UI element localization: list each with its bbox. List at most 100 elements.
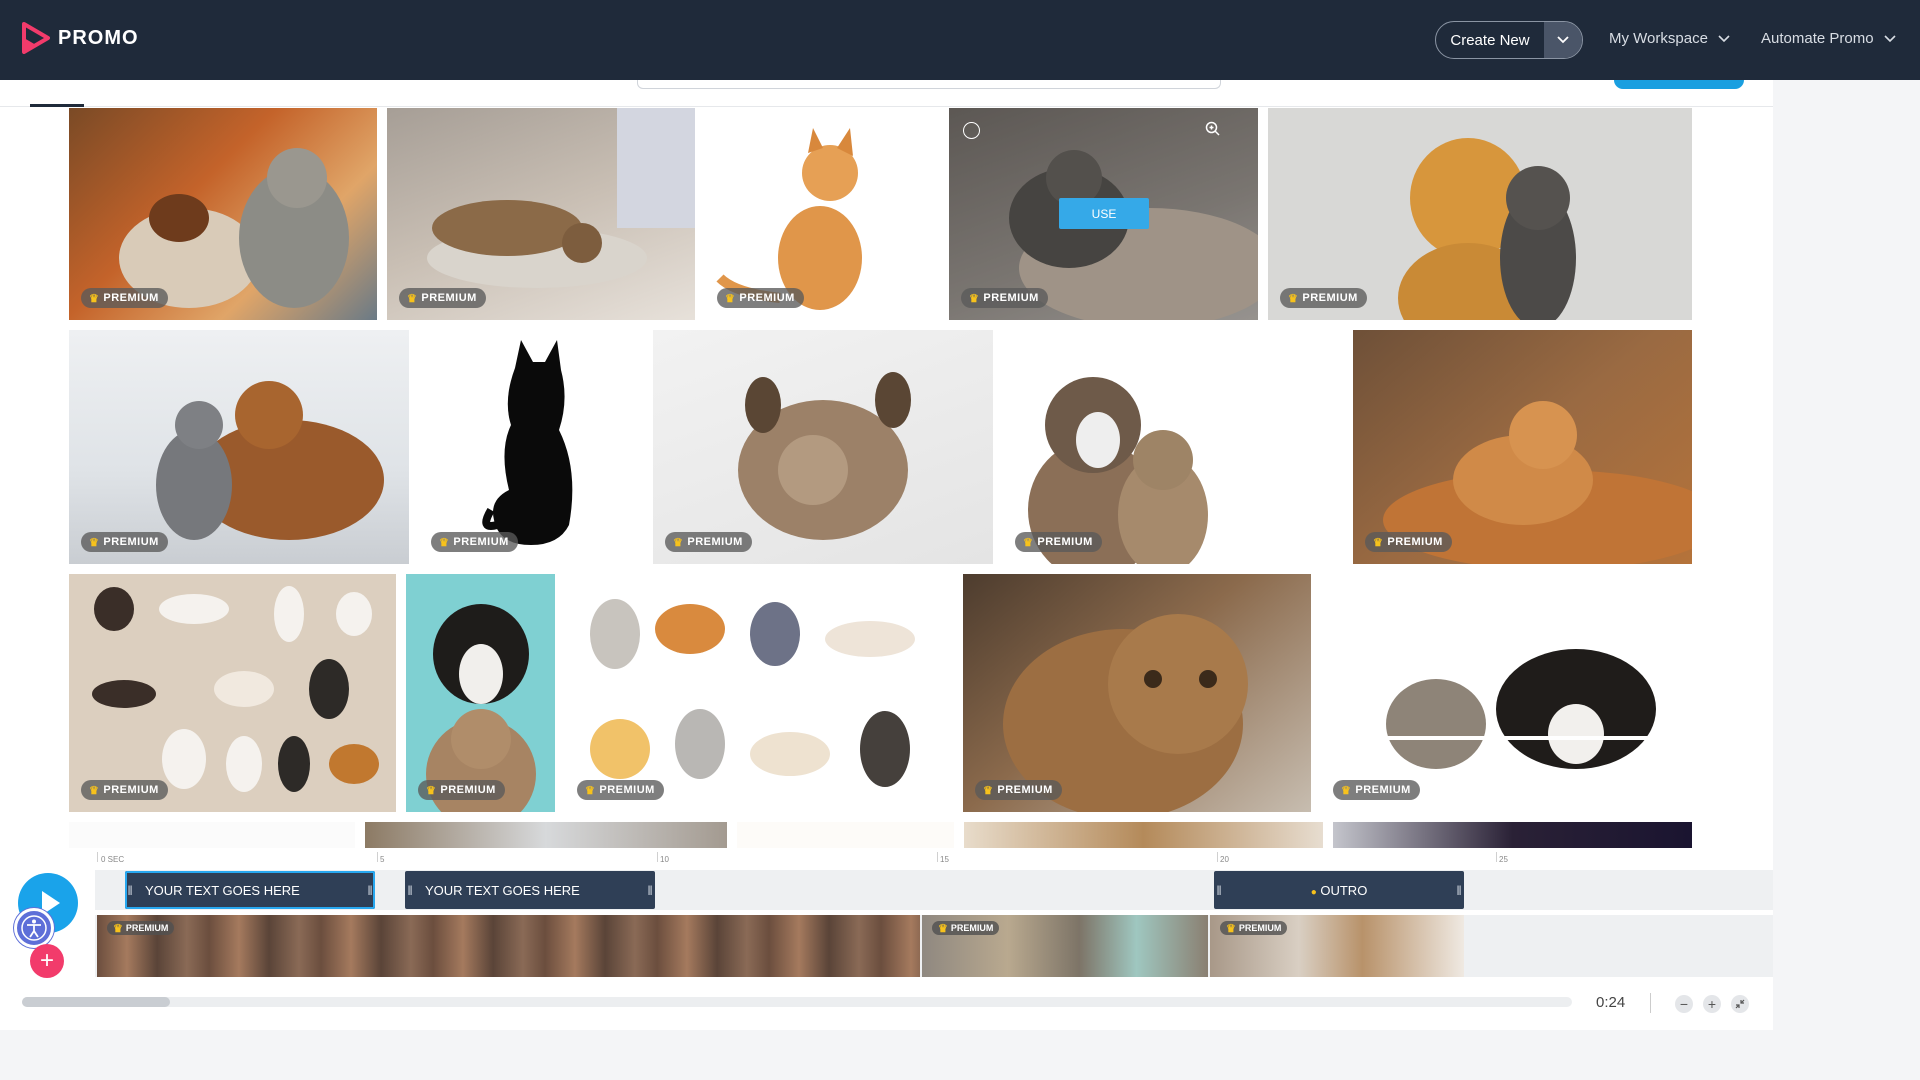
media-tile[interactable] — [737, 822, 954, 848]
media-tile[interactable]: ♛ PREMIUM — [565, 574, 952, 812]
video-clip[interactable]: ♛ PREMIUM — [1210, 915, 1464, 977]
text-clip-label: YOUR TEXT GOES HERE — [425, 882, 580, 898]
dot-icon: ● — [1310, 886, 1317, 898]
media-tile[interactable] — [69, 822, 355, 848]
media-tile[interactable]: ♛ PREMIUM — [653, 330, 993, 564]
zoom-out-button[interactable]: − — [1675, 995, 1693, 1013]
media-tile[interactable] — [1333, 822, 1692, 848]
cat-illustrations-image — [92, 586, 379, 792]
outro-label: OUTRO — [1320, 882, 1368, 898]
ruler-tick — [1496, 852, 1497, 862]
automate-promo-label: Automate Promo — [1761, 30, 1874, 47]
video-clip[interactable]: ♛ PREMIUM — [97, 915, 920, 977]
media-tile[interactable] — [365, 822, 727, 848]
clip-handle-left[interactable]: ‖ — [405, 883, 415, 898]
premium-label: PREMIUM — [453, 536, 509, 548]
automate-promo-menu[interactable]: Automate Promo — [1761, 30, 1896, 47]
timeline-scroll-thumb[interactable] — [22, 997, 170, 1007]
ruler-tick — [657, 852, 658, 862]
ruler-label: 25 — [1499, 855, 1508, 864]
aussie-dog-tabby-image — [1028, 377, 1208, 564]
my-workspace-label: My Workspace — [1609, 30, 1708, 47]
premium-label: PREMIUM — [440, 784, 496, 796]
text-clip[interactable]: ‖ YOUR TEXT GOES HERE ‖ — [405, 871, 655, 909]
media-tile[interactable]: ♛ PREMIUM — [69, 330, 409, 564]
clip-handle-right[interactable]: ‖ — [1454, 883, 1464, 898]
fit-timeline-button[interactable] — [1731, 995, 1749, 1013]
media-tile[interactable]: ♛ PREMIUM — [69, 574, 396, 812]
premium-label: PREMIUM — [687, 536, 743, 548]
premium-label: PREMIUM — [125, 923, 169, 933]
premium-badge: ♛ PREMIUM — [431, 532, 518, 552]
premium-badge: ♛ PREMIUM — [1220, 921, 1288, 935]
text-clip-selected[interactable]: ‖ YOUR TEXT GOES HERE ‖ — [125, 871, 375, 909]
ruler-label: 10 — [660, 855, 669, 864]
zoom-in-button[interactable]: + — [1703, 995, 1721, 1013]
kitten-sleeping-image — [738, 372, 911, 540]
premium-badge: ♛ PREMIUM — [81, 288, 168, 308]
media-tile[interactable]: ♛ PREMIUM — [1268, 108, 1692, 320]
crown-icon: ♛ — [969, 292, 980, 305]
media-tile[interactable]: ♛ PREMIUM — [1321, 574, 1692, 812]
video-clip[interactable]: ♛ PREMIUM — [922, 915, 1208, 977]
media-tile[interactable]: ♛ PREMIUM — [419, 330, 643, 564]
clip-handle-left[interactable]: ‖ — [1214, 883, 1224, 898]
premium-badge: ♛ PREMIUM — [717, 288, 804, 308]
ruler-tick — [937, 852, 938, 862]
media-tile[interactable]: ♛ PREMIUM — [1003, 330, 1343, 564]
clip-handle-right[interactable]: ‖ — [645, 883, 655, 898]
media-tile[interactable]: ♛ PREMIUM — [705, 108, 939, 320]
crown-icon: ♛ — [426, 784, 437, 797]
text-clip-label: YOUR TEXT GOES HERE — [145, 882, 300, 898]
media-tile-hovered[interactable]: USE ♛ PREMIUM — [949, 108, 1258, 320]
crown-icon: ♛ — [89, 536, 100, 549]
top-bar: PROMO Create New My Workspace Automate P… — [0, 0, 1920, 80]
outro-clip[interactable]: ‖ ● OUTRO ‖ — [1214, 871, 1464, 909]
premium-label: PREMIUM — [1037, 536, 1093, 548]
premium-label: PREMIUM — [1238, 923, 1282, 933]
premium-badge: ♛ PREMIUM — [399, 288, 486, 308]
crown-icon: ♛ — [1341, 784, 1352, 797]
media-tile[interactable]: ♛ PREMIUM — [406, 574, 555, 812]
collapse-icon — [1735, 999, 1745, 1009]
create-new-button[interactable]: Create New — [1436, 22, 1544, 58]
zoom-in-icon[interactable] — [1204, 120, 1222, 138]
add-button[interactable]: + — [30, 944, 64, 978]
premium-badge: ♛ PREMIUM — [81, 780, 168, 800]
my-workspace-menu[interactable]: My Workspace — [1609, 30, 1730, 47]
premium-label: PREMIUM — [739, 292, 795, 304]
premium-label: PREMIUM — [997, 784, 1053, 796]
search-input[interactable] — [637, 80, 1221, 89]
chevron-down-icon — [1883, 34, 1896, 42]
timeline-scrollbar[interactable] — [22, 997, 1572, 1007]
plus-icon: + — [1707, 996, 1717, 1012]
premium-badge: ♛ PREMIUM — [1015, 532, 1102, 552]
crown-icon: ♛ — [938, 922, 948, 935]
media-tile[interactable]: ♛ PREMIUM — [963, 574, 1311, 812]
clip-handle-right[interactable]: ‖ — [365, 883, 375, 898]
primary-action-button[interactable] — [1614, 80, 1744, 89]
tabs-divider — [0, 106, 1773, 107]
accessibility-button[interactable] — [14, 908, 54, 948]
create-new-dropdown-toggle[interactable] — [1544, 22, 1582, 58]
media-tile[interactable]: ♛ PREMIUM — [1353, 330, 1692, 564]
duration-label: 0:24 — [1596, 994, 1626, 1011]
select-checkbox[interactable] — [963, 122, 980, 139]
premium-label: PREMIUM — [103, 784, 159, 796]
premium-badge: ♛ PREMIUM — [665, 532, 752, 552]
create-new-group: Create New — [1435, 21, 1583, 59]
use-button[interactable]: USE — [1059, 198, 1149, 229]
media-tile[interactable]: ♛ PREMIUM — [69, 108, 377, 320]
accessibility-icon — [21, 915, 47, 941]
clip-handle-left[interactable]: ‖ — [125, 883, 135, 898]
chevron-down-icon — [1557, 36, 1569, 44]
media-tile[interactable] — [964, 822, 1323, 848]
media-tile[interactable]: ♛ PREMIUM — [387, 108, 695, 320]
premium-badge: ♛ PREMIUM — [1280, 288, 1367, 308]
premium-label: PREMIUM — [103, 536, 159, 548]
ruler-tick — [377, 852, 378, 862]
outro-clip-label: ● OUTRO — [1224, 883, 1454, 898]
ruler-label: 5 — [380, 855, 385, 864]
promo-logo[interactable]: PROMO — [22, 22, 139, 54]
black-cat-silhouette-image — [482, 340, 573, 545]
